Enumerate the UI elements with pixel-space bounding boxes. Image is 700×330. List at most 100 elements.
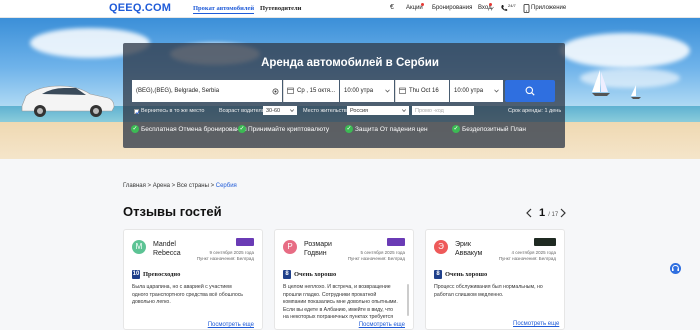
chevron-down-icon: [290, 109, 294, 112]
review-text: Процесс обслуживания был нормальным, но …: [434, 284, 543, 298]
return-same-checkbox[interactable]: [134, 109, 140, 114]
return-date-value: Thu Oct 16: [409, 88, 439, 94]
review-pager: 1 / 17: [539, 207, 558, 219]
pickup-date-value: Ср , 15 октя...: [297, 88, 336, 94]
rental-duration: Срок аренды: 1 день: [508, 108, 562, 114]
driver-age-label: Возраст водителя:: [219, 108, 267, 114]
review-score: 8: [434, 270, 442, 279]
pickup-location-value: (BEG),(BEG), Belgrade, Serbia: [136, 88, 220, 94]
driver-age-select[interactable]: 30-60: [263, 106, 297, 115]
see-more-link[interactable]: Посмотреть еще: [208, 322, 254, 328]
residence-select[interactable]: Россия: [347, 106, 409, 115]
support-label: 24/7: [508, 3, 516, 8]
residence-value: Россия: [350, 107, 369, 114]
feature-price-drop: Защита От падения цен: [355, 126, 428, 133]
prev-page-icon[interactable]: [525, 208, 533, 218]
nav-deals[interactable]: Акции: [406, 5, 423, 11]
reviewer-first-name: Mandel: [153, 241, 176, 248]
partner-logo: [236, 238, 254, 246]
calendar-icon: [287, 87, 294, 94]
avatar: M: [132, 240, 146, 254]
breadcrumb-home[interactable]: Главная: [123, 183, 146, 189]
headset-icon: [672, 265, 679, 271]
review-date: 5 сентября 2025 года: [360, 250, 405, 255]
reviewer-last-name: Rebecca: [153, 250, 181, 257]
reviewer-first-name: Розмари: [304, 241, 332, 248]
review-score: 8: [283, 270, 291, 279]
return-date-input[interactable]: Thu Oct 16: [395, 80, 449, 102]
nav-bookings[interactable]: Бронирования: [432, 5, 472, 11]
pickup-time-value: 10:00 утра: [344, 88, 374, 94]
currency-selector[interactable]: €: [390, 4, 394, 11]
search-icon: [525, 86, 535, 96]
return-time-value: 10:00 утра: [454, 88, 484, 94]
reviewer-first-name: Эрик: [455, 241, 471, 248]
checkmark-icon: [135, 110, 140, 114]
deals-badge: [421, 3, 424, 6]
locate-icon[interactable]: [272, 88, 279, 95]
review-verdict: Очень хорошо: [445, 271, 488, 278]
sailboat-image: [592, 70, 610, 96]
breadcrumb: Главная > Арена > Все страны > Сербия: [123, 183, 237, 189]
review-destination: Пункт назначения: Белград: [498, 256, 556, 261]
feature-no-deposit: Бездепозитный План: [462, 126, 527, 133]
reviews-title: Отзывы гостей: [123, 204, 222, 219]
review-text: Была царапина, но с аварией с участием о…: [132, 284, 244, 305]
reviewer-name: Mandel Rebecca: [153, 240, 181, 258]
pickup-time-select[interactable]: 10:00 утра: [340, 80, 394, 102]
login-chevron-icon: [490, 6, 494, 10]
avatar: Э: [434, 240, 448, 254]
reviewer-name: Розмари Годвин: [304, 240, 332, 258]
chevron-down-icon: [402, 109, 406, 112]
search-button[interactable]: [505, 80, 555, 102]
nav-guides[interactable]: Путеводители: [260, 5, 301, 12]
review-card: Р Розмари Годвин 5 сентября 2025 года Пу…: [274, 229, 414, 330]
review-destination: Пункт назначения: Белград: [196, 256, 254, 261]
check-icon: ✓: [345, 125, 353, 133]
pickup-date-input[interactable]: Ср , 15 октя...: [283, 80, 339, 102]
pickup-location-input[interactable]: (BEG),(BEG), Belgrade, Serbia: [132, 80, 282, 102]
review-date: 4 сентября 2025 года: [511, 250, 556, 255]
return-same-label: Вернитесь в то же место: [141, 108, 205, 114]
driver-age-value: 30-60: [266, 107, 281, 114]
see-more-link[interactable]: Посмотреть еще: [513, 321, 559, 327]
review-page-current: 1: [539, 207, 546, 219]
nav-app[interactable]: Приложение: [531, 5, 566, 11]
sailboat-image: [631, 85, 641, 99]
review-scrollbar[interactable]: [407, 284, 409, 316]
partner-logo: [534, 238, 556, 246]
login-badge: [489, 3, 492, 6]
breadcrumb-arena[interactable]: Арена: [153, 183, 170, 189]
site-logo[interactable]: QEEQ.COM: [109, 2, 171, 14]
next-page-icon[interactable]: [559, 208, 567, 218]
residence-label: Место жительства:: [303, 108, 352, 114]
feature-free-cancellation: Бесплатная Отмена бронирования: [141, 126, 247, 133]
review-card: M Mandel Rebecca 9 сентября 2025 года Пу…: [123, 229, 263, 330]
calendar-icon: [399, 87, 406, 94]
check-icon: ✓: [131, 125, 139, 133]
reviewer-last-name: Аввакум: [455, 250, 483, 257]
see-more-link[interactable]: Посмотреть еще: [359, 322, 405, 328]
help-chat-button[interactable]: [670, 263, 681, 274]
feature-crypto: Принимайте криптовалюту: [248, 126, 330, 133]
promo-code-input[interactable]: Промо -код: [412, 106, 474, 115]
review-score: 10: [132, 270, 140, 279]
review-verdict: Очень хорошо: [294, 271, 337, 278]
breadcrumb-all-countries[interactable]: Все страны: [177, 183, 209, 189]
chevron-down-icon: [385, 89, 390, 93]
check-icon: ✓: [238, 125, 246, 133]
reviewer-last-name: Годвин: [304, 250, 327, 257]
review-card: Э Эрик Аввакум 4 сентября 2025 года Пунк…: [425, 229, 565, 330]
return-time-select[interactable]: 10:00 утра: [450, 80, 503, 102]
top-navigation: QEEQ.COM Прокат автомобилей Путеводители…: [0, 0, 700, 18]
review-destination: Пункт назначения: Белград: [347, 256, 405, 261]
nav-car-rental[interactable]: Прокат автомобилей: [193, 5, 255, 14]
check-icon: ✓: [452, 125, 460, 133]
avatar: Р: [283, 240, 297, 254]
mobile-app-icon[interactable]: [523, 4, 530, 13]
phone-icon[interactable]: [500, 4, 508, 12]
breadcrumb-current: Сербия: [215, 183, 237, 189]
car-image: [21, 85, 115, 117]
chevron-down-icon: [494, 89, 499, 93]
review-verdict: Превосходно: [143, 271, 181, 278]
